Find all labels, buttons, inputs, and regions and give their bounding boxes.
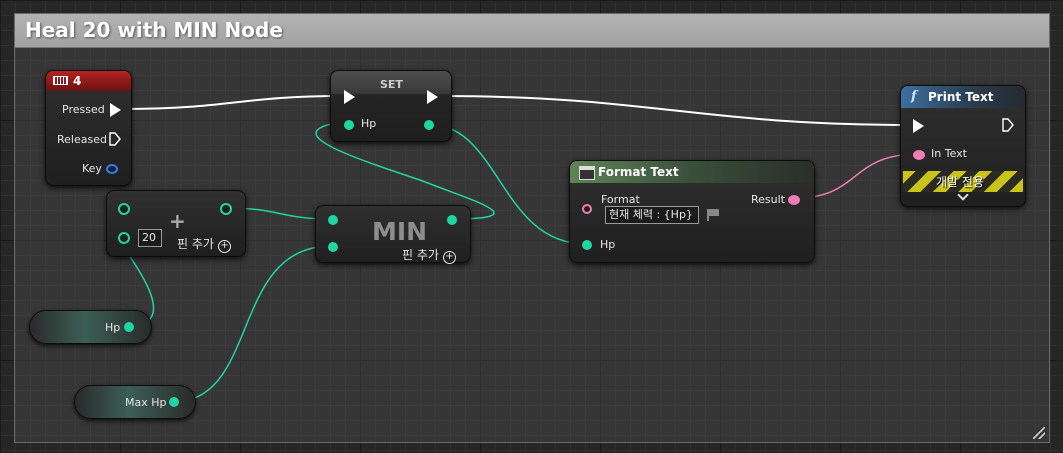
set-title: SET [380,78,403,91]
format-text-header[interactable]: Format Text [570,161,814,183]
result-label: Result [751,193,785,206]
hp-getter-label: Hp [105,321,121,334]
hp-getter-node[interactable]: Hp [29,310,152,344]
flag-icon-cloth [709,209,719,216]
key-event-node[interactable]: 4 Pressed Released Key [45,70,132,186]
print-intext-pin[interactable] [913,150,925,160]
format-text-node[interactable]: Format Text Format 현재 체력 : {Hp} Result H… [569,160,815,263]
maxhp-getter-label: Max Hp [125,396,167,409]
print-intext-label: In Text [931,147,967,160]
float-wire-maxhp-to-min-b [172,245,332,403]
key-struct-pin[interactable] [106,164,118,174]
hp-getter-out-pin[interactable] [124,322,134,332]
add-node[interactable]: + 20 핀 추가 + [106,190,246,257]
set-hp-in-pin[interactable] [344,120,354,130]
print-exec-in-pin[interactable] [913,119,924,133]
min-title: MIN [372,217,428,246]
dev-only-label: 개발 전용 [936,175,984,189]
print-text-title: Print Text [928,90,994,104]
function-icon: f [911,89,917,104]
set-hp-label: Hp [361,117,377,130]
print-exec-out-pin[interactable] [1002,118,1014,132]
plus-circle-icon: + [217,240,231,253]
format-hp-label: Hp [600,238,616,251]
format-function-icon [579,166,595,180]
maxhp-getter-node[interactable]: Max Hp [74,385,196,419]
add-in-a-pin[interactable] [118,203,130,215]
add-value-input[interactable]: 20 [138,229,162,247]
format-value-input[interactable]: 현재 체력 : {Hp} [605,206,699,224]
pressed-label: Pressed [62,103,105,116]
format-label: Format [601,193,640,206]
released-label: Released [57,133,107,146]
print-text-header[interactable]: f Print Text [901,86,1025,108]
key-label: Key [82,162,102,175]
keyboard-icon [53,76,68,85]
format-text-title: Format Text [598,165,679,179]
set-exec-in-pin[interactable] [344,90,355,104]
set-hp-out-pin[interactable] [424,120,434,130]
print-text-node[interactable]: f Print Text In Text 개발 전용 [900,85,1026,207]
result-out-pin[interactable] [788,195,800,205]
exec-wire-set-to-print [437,95,911,126]
pressed-exec-pin[interactable] [110,103,121,117]
key-event-title: 4 [73,74,82,88]
maxhp-getter-out-pin[interactable] [169,397,179,407]
plus-circle-icon: + [442,251,456,264]
min-in-b-pin[interactable] [328,242,338,252]
add-out-pin[interactable] [220,203,232,215]
min-node-add-pin[interactable]: 핀 추가 + [402,246,456,264]
set-node[interactable]: SET Hp [330,70,452,142]
min-in-a-pin[interactable] [328,215,338,225]
set-exec-out-pin[interactable] [427,90,438,104]
add-node-add-pin[interactable]: 핀 추가 + [177,235,231,253]
key-event-header[interactable]: 4 [46,71,131,91]
exec-wire-pressed-to-set [121,95,343,110]
add-pin-label: 핀 추가 [177,237,214,251]
min-add-pin-label: 핀 추가 [402,248,439,262]
format-hp-in-pin[interactable] [582,240,592,250]
add-in-b-pin[interactable] [118,232,130,244]
min-out-pin[interactable] [447,215,457,225]
format-in-pin[interactable] [582,204,592,214]
add-symbol: + [169,209,186,233]
min-node[interactable]: MIN 핀 추가 + [315,205,471,264]
released-exec-pin[interactable] [109,132,121,146]
